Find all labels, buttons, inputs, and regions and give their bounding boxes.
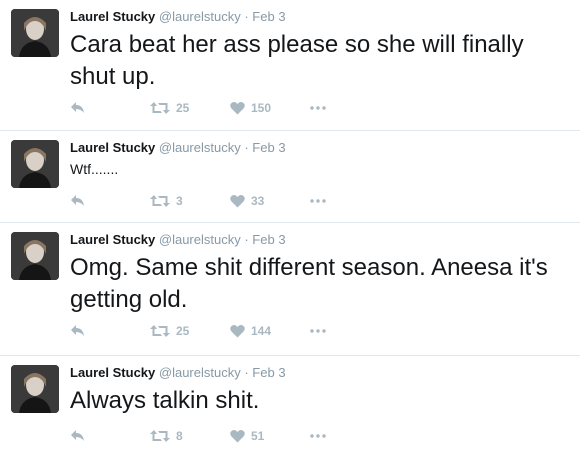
tweet-header: Laurel Stucky @laurelstucky · Feb 3 — [70, 231, 570, 248]
author-name[interactable]: Laurel Stucky — [70, 365, 155, 380]
tweet-actions: 25 150 — [70, 98, 326, 118]
heart-icon — [230, 324, 245, 338]
reply-button[interactable] — [70, 324, 150, 338]
reply-button[interactable] — [70, 429, 150, 443]
retweet-icon — [150, 195, 170, 207]
author-name[interactable]: Laurel Stucky — [70, 232, 155, 247]
retweet-button[interactable]: 25 — [150, 101, 230, 115]
reply-icon — [71, 195, 84, 206]
reply-icon — [71, 430, 84, 441]
more-icon — [310, 106, 326, 110]
tweet-header: Laurel Stucky @laurelstucky · Feb 3 — [70, 364, 570, 381]
retweet-icon — [150, 430, 170, 442]
tweet-header: Laurel Stucky @laurelstucky · Feb 3 — [70, 8, 570, 25]
more-button[interactable] — [310, 329, 326, 333]
more-icon — [310, 434, 326, 438]
tweet-text: Wtf....... — [70, 161, 119, 177]
reply-button[interactable] — [70, 101, 150, 115]
retweet-count: 8 — [176, 429, 183, 443]
tweet-actions: 25 144 — [70, 321, 326, 341]
retweet-icon — [150, 325, 170, 337]
more-button[interactable] — [310, 434, 326, 438]
tweet-text: Always talkin shit. — [70, 387, 260, 414]
tweet[interactable]: Laurel Stucky @laurelstucky · Feb 3 Cara… — [0, 0, 580, 131]
tweet-header: Laurel Stucky @laurelstucky · Feb 3 — [70, 139, 570, 156]
heart-icon — [230, 429, 245, 443]
tweet-actions: 8 51 — [70, 426, 326, 446]
tweet-date[interactable]: · Feb 3 — [244, 365, 285, 380]
reply-icon — [71, 325, 84, 336]
tweet-date[interactable]: · Feb 3 — [244, 140, 285, 155]
tweet-date[interactable]: · Feb 3 — [244, 9, 285, 24]
author-handle[interactable]: @laurelstucky — [159, 140, 241, 155]
retweet-button[interactable]: 8 — [150, 429, 230, 443]
avatar[interactable] — [11, 9, 59, 57]
avatar[interactable] — [11, 140, 59, 188]
avatar[interactable] — [11, 365, 59, 413]
retweet-count: 3 — [176, 194, 183, 208]
heart-icon — [230, 194, 245, 208]
more-button[interactable] — [310, 199, 326, 203]
reply-icon — [71, 102, 84, 113]
more-icon — [310, 329, 326, 333]
like-count: 33 — [251, 194, 265, 208]
author-name[interactable]: Laurel Stucky — [70, 140, 155, 155]
like-button[interactable]: 144 — [230, 324, 310, 338]
retweet-button[interactable]: 25 — [150, 324, 230, 338]
like-button[interactable]: 33 — [230, 194, 310, 208]
like-count: 144 — [251, 324, 272, 338]
retweet-count: 25 — [176, 101, 190, 115]
more-icon — [310, 199, 326, 203]
reply-button[interactable] — [70, 194, 150, 208]
tweet[interactable]: Laurel Stucky @laurelstucky · Feb 3 Alwa… — [0, 356, 580, 455]
tweet-text: Omg. Same shit different season. Aneesa … — [70, 254, 548, 313]
tweet-date[interactable]: · Feb 3 — [244, 232, 285, 247]
author-handle[interactable]: @laurelstucky — [159, 9, 241, 24]
retweet-count: 25 — [176, 324, 190, 338]
tweet-actions: 3 33 — [70, 191, 326, 211]
tweet-text: Cara beat her ass please so she will fin… — [70, 31, 524, 90]
like-count: 150 — [251, 101, 272, 115]
heart-icon — [230, 101, 245, 115]
author-handle[interactable]: @laurelstucky — [159, 232, 241, 247]
author-name[interactable]: Laurel Stucky — [70, 9, 155, 24]
retweet-button[interactable]: 3 — [150, 194, 230, 208]
like-button[interactable]: 150 — [230, 101, 310, 115]
like-button[interactable]: 51 — [230, 429, 310, 443]
more-button[interactable] — [310, 106, 326, 110]
tweet[interactable]: Laurel Stucky @laurelstucky · Feb 3 Omg.… — [0, 223, 580, 356]
retweet-icon — [150, 102, 170, 114]
like-count: 51 — [251, 429, 265, 443]
author-handle[interactable]: @laurelstucky — [159, 365, 241, 380]
avatar[interactable] — [11, 232, 59, 280]
tweet[interactable]: Laurel Stucky @laurelstucky · Feb 3 Wtf.… — [0, 131, 580, 223]
